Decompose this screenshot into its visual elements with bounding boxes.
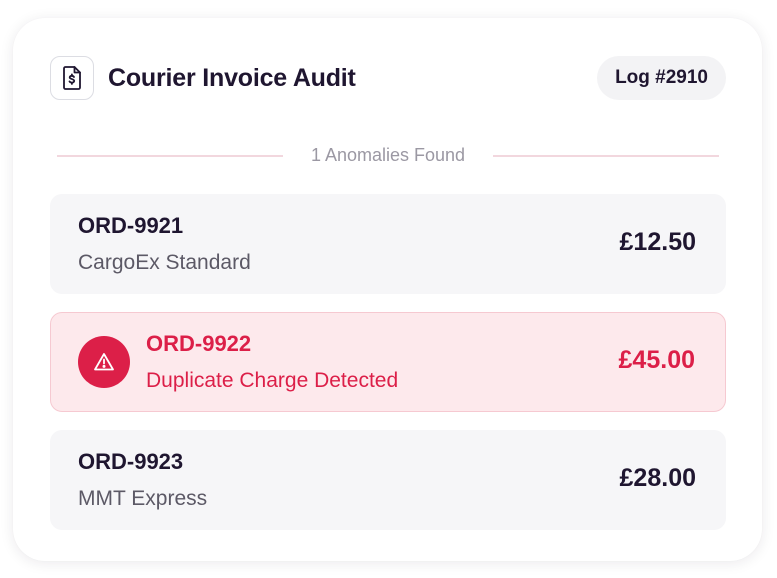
order-id: ORD-9922 (146, 331, 252, 356)
invoice-audit-card: Courier Invoice Audit Log #2910 1 Anomal… (13, 18, 762, 561)
order-id: ORD-9921 (78, 213, 184, 238)
log-number-badge[interactable]: Log #2910 (597, 56, 726, 100)
charge-amount: £12.50 (619, 228, 696, 256)
charge-amount: £45.00 (618, 346, 695, 374)
charge-amount: £28.00 (619, 464, 696, 492)
card-header: Courier Invoice Audit Log #2910 (50, 56, 726, 102)
courier-service: MMT Express (78, 487, 208, 510)
invoice-row[interactable]: ORD-9921 CargoEx Standard £12.50 (50, 194, 726, 294)
page-title: Courier Invoice Audit (108, 64, 356, 92)
warning-triangle-icon (78, 336, 130, 388)
courier-service: CargoEx Standard (78, 251, 251, 274)
divider-line-right (493, 155, 719, 157)
invoice-row-anomaly[interactable]: ORD-9922 Duplicate Charge Detected £45.0… (50, 312, 726, 412)
invoice-row[interactable]: ORD-9923 MMT Express £28.00 (50, 430, 726, 530)
invoice-document-icon (50, 56, 94, 100)
anomalies-divider: 1 Anomalies Found (57, 145, 719, 167)
order-id: ORD-9923 (78, 449, 184, 474)
anomaly-description: Duplicate Charge Detected (146, 369, 399, 392)
